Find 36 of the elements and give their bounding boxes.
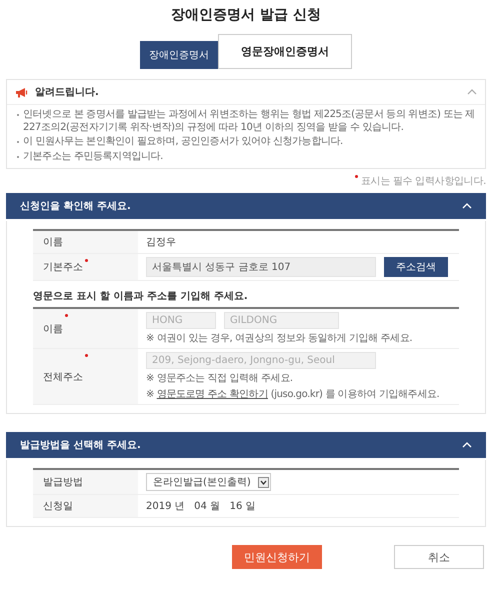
field-note: ※ 영문주소는 직접 입력해 주세요. [146, 372, 294, 385]
field-note: ※ 여권이 있는 경우, 여권상의 정보와 동일하게 기입해 주세요. [146, 332, 414, 345]
field-value: 김정우 [146, 236, 177, 249]
notice-item: 기본주소는 주민등록지역입니다. [23, 150, 163, 163]
certificate-tab[interactable]: 장애인증명서 [140, 41, 218, 69]
field-note: ※ 영문도로명 주소 확인하기 (juso.go.kr) 를 이용하여 기입해주세요. [146, 388, 440, 401]
notice-item: 이 민원사무는 본인확인이 필요하며, 공인인증서가 있어야 신청가능합니다. [23, 136, 343, 148]
notice-item: 인터넷으로 본 증명서를 발급받는 과정에서 위변조하는 행위는 형법 제225조(공문서 등의 위변조) 또는 제 227조의2(공전자기기록 위작·변작)의 규정에 따라 10년 이하의 징역을 받을 수 있습니다. [23, 109, 475, 134]
field-label: 이름 [43, 322, 63, 336]
address-field[interactable]: 서울특별시 성동구 금호로 107 [146, 257, 376, 277]
name-field[interactable]: GILDONG [224, 312, 339, 329]
field-label: 발급방법 [43, 476, 83, 489]
issue-method-select[interactable]: 온라인발급(본인출력) [146, 473, 271, 491]
page-title: 장애인증명서 발급 신청 [171, 6, 321, 25]
address-search-button[interactable]: 주소검색 [384, 257, 448, 277]
field-value: 2019 년 04 월 16 일 [146, 500, 257, 513]
megaphone-icon [15, 86, 29, 98]
certificate-tab[interactable]: 영문장애인증명서 [218, 34, 352, 69]
field-label: 신청일 [43, 500, 73, 513]
section-subtitle: 영문으로 표시 할 이름과 주소를 기입해 주세요. [33, 290, 249, 303]
dropdown-icon [258, 476, 269, 488]
field-label: 이름 [43, 236, 63, 249]
cancel-button[interactable]: 취소 [394, 545, 484, 569]
required-icon [65, 314, 68, 317]
field-label: 전체주소 [43, 370, 83, 384]
section-title: 신청인을 확인해 주세요. [20, 200, 131, 213]
required-icon [354, 175, 358, 178]
notice-title: 알려드립니다. [35, 86, 99, 99]
section-title: 발급방법을 선택해 주세요. [20, 439, 141, 452]
name-field[interactable]: HONG [146, 312, 216, 329]
required-icon [85, 354, 88, 357]
address-lookup-link[interactable]: 영문도로명 주소 확인하기 [156, 389, 268, 400]
required-icon [85, 259, 88, 262]
required-note: 표시는 필수 입력사항입니다. [360, 175, 486, 188]
field-label: 기본주소 [43, 261, 83, 274]
address-field[interactable]: 209, Sejong-daero, Jongno-gu, Seoul [146, 352, 376, 369]
